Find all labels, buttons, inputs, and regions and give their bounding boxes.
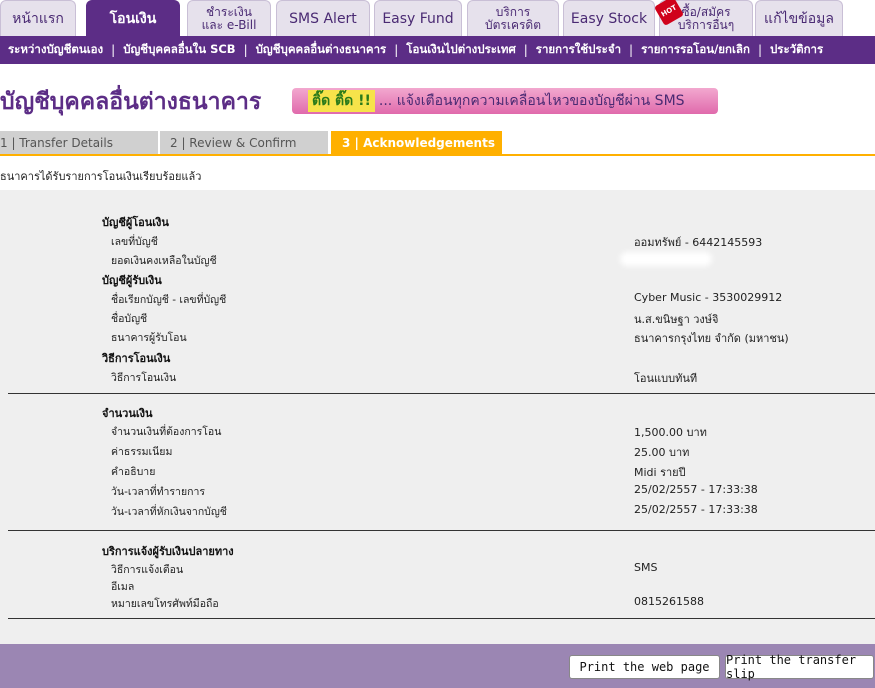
method-value: โอนแบบทันที [634, 372, 698, 385]
subnav-international[interactable]: โอนเงินไปต่างประเทศ [398, 41, 523, 59]
tab-sms-alert[interactable]: SMS Alert [276, 0, 370, 36]
tab-label: หน้าแรก [12, 10, 64, 27]
subnav-other-banks[interactable]: บัญชีบุคคลอื่นต่างธนาคาร [248, 41, 395, 59]
tab-label: SMS Alert [289, 10, 357, 27]
fee-value: 25.00 บาท [634, 446, 690, 459]
subnav-history[interactable]: ประวัติการ [762, 41, 831, 59]
page-title: บัญชีบุคคลอื่นต่างธนาคาร [0, 89, 262, 115]
nickname-value: Cyber Music - 3530029912 [634, 291, 783, 304]
banner-badge: ติ๊ด ติ๊ด !! [308, 90, 375, 112]
subnav-own-accounts[interactable]: ระหว่างบัญชีตนเอง [0, 41, 111, 59]
print-web-page-button[interactable]: Print the web page [569, 655, 720, 679]
to-account-heading: บัญชีผู้รับเงิน [102, 274, 162, 287]
section-divider [8, 393, 875, 394]
step-2: 2 | Review & Confirm [160, 131, 328, 155]
step-indicator: 1 | Transfer Details 2 | Review & Confir… [0, 131, 875, 155]
tab-label: แก้ไขข้อมูล [764, 10, 834, 27]
step-label: 1 | Transfer Details [0, 136, 113, 150]
notify-method-label: วิธีการแจ้งเตือน [111, 564, 184, 576]
step-label: 3 | Acknowledgements [342, 136, 495, 150]
sub-navigation: ระหว่างบัญชีตนเอง | บัญชีบุคคลอื่นใน SCB |… [0, 36, 875, 64]
tab-payment-ebill[interactable]: ชำระเงิน และ e-Bill [187, 0, 271, 36]
tab-label: บริการ บัตรเครดิต [484, 4, 541, 32]
account-name-value: น.ส.ขนิษฐา วงษ์จิ [634, 313, 719, 326]
section-divider [8, 530, 875, 531]
tab-credit-card[interactable]: บริการ บัตรเครดิต [467, 0, 559, 36]
banner-text: ... แจ้งเตือนทุกความเคลื่อนไหวของบัญชีผ่… [378, 93, 685, 109]
tab-label: ซื้อ/สมัคร บริการอื่นๆ [677, 4, 735, 32]
debit-time-label: วัน-เวลาที่หักเงินจากบัญชี [111, 506, 227, 518]
description-value: Midi รายปี [634, 466, 686, 479]
tab-home[interactable]: หน้าแรก [0, 0, 76, 36]
step-label: 2 | Review & Confirm [170, 136, 297, 150]
account-no-label: เลขที่บัญชี [111, 236, 158, 248]
amount-value: 1,500.00 บาท [634, 426, 707, 439]
method-label: วิธีการโอนเงิน [111, 372, 177, 384]
subnav-favorites[interactable]: รายการใช้ประจำ [528, 41, 629, 59]
email-label: อีเมล [111, 581, 135, 593]
tab-label: Easy Stock [570, 10, 648, 27]
step-3: 3 | Acknowledgements [331, 131, 502, 155]
from-account-heading: บัญชีผู้โอนเงิน [102, 216, 169, 229]
tab-easy-stock[interactable]: Easy Stock [563, 0, 655, 36]
description-label: คำอธิบาย [111, 466, 156, 478]
amount-label: จำนวนเงินที่ต้องการโอน [111, 426, 222, 438]
balance-value-redacted [620, 252, 712, 266]
print-transfer-slip-button[interactable]: Print the transfer slip [725, 653, 874, 681]
balance-label: ยอดเงินคงเหลือในบัญชี [111, 255, 217, 267]
sms-promo-banner[interactable]: ติ๊ด ติ๊ด !! ... แจ้งเตือนทุกความเคลื่อน… [292, 88, 718, 114]
top-navigation: หน้าแรก โอนเงิน ชำระเงิน และ e-Bill SMS … [0, 0, 875, 36]
tab-transfer[interactable]: โอนเงิน [86, 0, 180, 36]
phone-label: หมายเลขโทรศัพท์มือถือ [111, 598, 219, 610]
step-underline [0, 154, 875, 156]
method-heading: วิธีการโอนเงิน [102, 352, 171, 365]
step-1: 1 | Transfer Details [0, 131, 158, 155]
account-name-label: ชื่อบัญชี [111, 313, 148, 325]
debit-time-value: 25/02/2557 - 17:33:38 [634, 503, 758, 516]
receiving-bank-label: ธนาคารผู้รับโอน [111, 332, 187, 344]
tab-easy-fund[interactable]: Easy Fund [374, 0, 462, 36]
fee-label: ค่าธรรมเนียม [111, 446, 173, 458]
tab-label: Easy Fund [382, 10, 454, 27]
receiving-bank-value: ธนาคารกรุงไทย จำกัด (มหาชน) [634, 332, 789, 345]
subnav-pending[interactable]: รายการรอโอน/ยกเลิก [633, 41, 758, 59]
account-no-value: ออมทรัพย์ - 6442145593 [634, 236, 763, 249]
tab-edit-profile[interactable]: แก้ไขข้อมูล [755, 0, 843, 36]
phone-value: 0815261588 [634, 595, 704, 608]
transaction-time-value: 25/02/2557 - 17:33:38 [634, 483, 758, 496]
tab-label: โอนเงิน [109, 10, 157, 27]
success-message: ธนาคารได้รับรายการโอนเงินเรียบร้อยแล้ว [0, 170, 202, 183]
transaction-time-label: วัน-เวลาที่ทำรายการ [111, 486, 205, 498]
notify-heading: บริการแจ้งผู้รับเงินปลายทาง [102, 545, 234, 558]
subnav-scb-others[interactable]: บัญชีบุคคลอื่นใน SCB [115, 41, 243, 59]
notify-method-value: SMS [634, 561, 658, 574]
nickname-label: ชื่อเรียกบัญชี - เลขที่บัญชี [111, 294, 227, 306]
section-divider [8, 618, 875, 619]
tab-label: ชำระเงิน และ e-Bill [201, 4, 257, 32]
amount-heading: จำนวนเงิน [102, 407, 153, 420]
